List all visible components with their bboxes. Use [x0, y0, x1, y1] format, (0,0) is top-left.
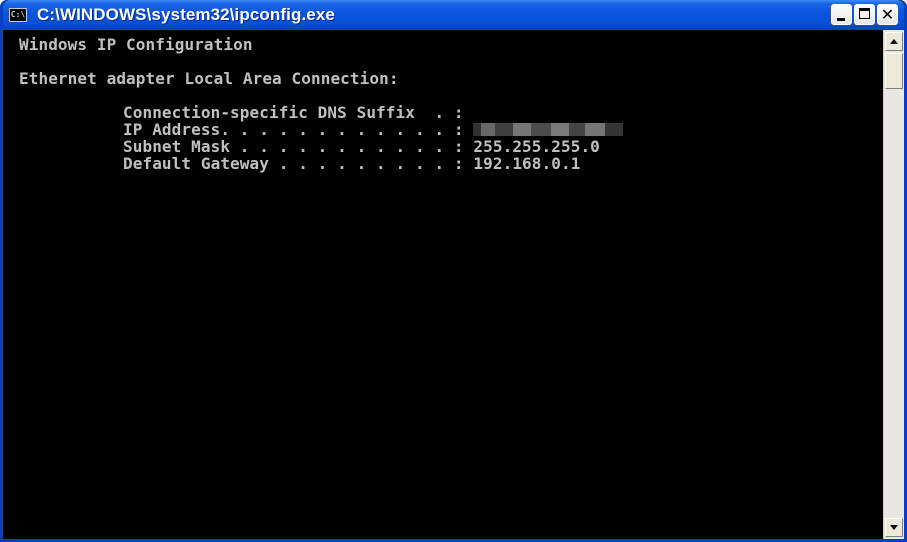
scroll-up-button[interactable] [885, 32, 903, 51]
minimize-icon [837, 18, 845, 21]
entry-value: 192.168.0.1 [463, 154, 581, 173]
vertical-scrollbar[interactable] [883, 30, 904, 539]
entry-dns-suffix: Connection-specific DNS Suffix . : [19, 104, 623, 121]
entry-default-gateway: Default Gateway . . . . . . . . . : 192.… [19, 155, 623, 172]
adapter-line: Ethernet adapter Local Area Connection: [19, 69, 399, 88]
console-text: Windows IP Configuration Ethernet adapte… [19, 35, 624, 172]
entry-ip-address: IP Address. . . . . . . . . . . . : [19, 121, 624, 138]
maximize-icon [859, 8, 870, 19]
window-title: C:\WINDOWS\system32\ipconfig.exe [37, 5, 335, 24]
console-output-area[interactable]: Windows IP Configuration Ethernet adapte… [3, 30, 883, 539]
arrow-up-icon [890, 39, 898, 44]
console-header-line: Windows IP Configuration [19, 35, 253, 54]
title-bar[interactable]: C:\ C:\WINDOWS\system32\ipconfig.exe ✕ [3, 0, 904, 30]
entry-label: Default Gateway . . . . . . . . . : [123, 154, 464, 173]
close-icon: ✕ [880, 5, 895, 24]
redacted-ip-value [473, 123, 624, 136]
console-window: C:\ C:\WINDOWS\system32\ipconfig.exe ✕ W… [0, 0, 907, 542]
minimize-button[interactable] [831, 4, 852, 25]
entry-subnet-mask: Subnet Mask . . . . . . . . . . . : 255.… [19, 138, 623, 155]
arrow-down-icon [890, 525, 898, 530]
scroll-thumb[interactable] [885, 53, 903, 89]
close-button[interactable]: ✕ [877, 4, 898, 25]
maximize-button[interactable] [854, 4, 875, 25]
console-icon[interactable]: C:\ [9, 8, 27, 22]
scroll-down-button[interactable] [885, 518, 903, 537]
